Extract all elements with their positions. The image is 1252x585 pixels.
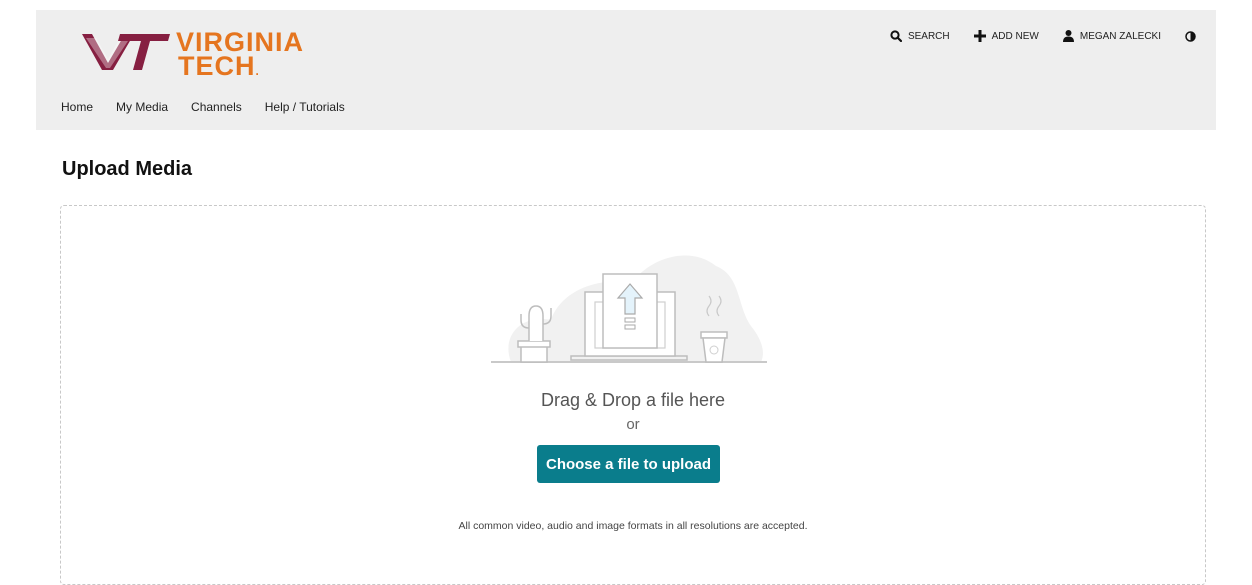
choose-file-button[interactable]: Choose a file to upload bbox=[537, 445, 720, 483]
nav-channels[interactable]: Channels bbox=[191, 100, 242, 114]
main-nav: Home My Media Channels Help / Tutorials bbox=[61, 100, 345, 114]
page-title: Upload Media bbox=[62, 158, 193, 180]
virginia-tech-logo[interactable]: VIRGINIA TECH. bbox=[80, 26, 310, 82]
logo-dot: . bbox=[255, 64, 260, 78]
search-button[interactable]: SEARCH bbox=[890, 30, 950, 42]
logo-wordmark: VIRGINIA TECH. bbox=[176, 29, 304, 83]
user-menu-button[interactable]: MEGAN ZALECKI bbox=[1062, 30, 1161, 42]
search-icon bbox=[890, 30, 902, 42]
header-actions: SEARCH ADD NEW MEGAN ZALECKI bbox=[890, 30, 1196, 42]
user-icon bbox=[1062, 30, 1074, 42]
contrast-toggle-button[interactable] bbox=[1185, 30, 1196, 42]
accepted-formats-note: All common video, audio and image format… bbox=[458, 520, 808, 532]
upload-illustration-icon bbox=[491, 255, 767, 363]
logo-line-2: TECH bbox=[178, 51, 256, 81]
search-label: SEARCH bbox=[907, 30, 950, 42]
nav-home[interactable]: Home bbox=[61, 100, 93, 114]
add-new-button[interactable]: ADD NEW bbox=[973, 30, 1039, 42]
user-name-label: MEGAN ZALECKI bbox=[1079, 30, 1161, 42]
vt-logo-mark-icon bbox=[82, 34, 170, 70]
plus-icon bbox=[973, 30, 986, 42]
drag-drop-text: Drag & Drop a file here bbox=[540, 390, 726, 410]
or-text: or bbox=[626, 416, 640, 433]
nav-help-tutorials[interactable]: Help / Tutorials bbox=[265, 100, 345, 114]
nav-my-media[interactable]: My Media bbox=[116, 100, 168, 114]
site-header: VIRGINIA TECH. Home My Media Channels He… bbox=[36, 10, 1216, 130]
contrast-icon bbox=[1185, 30, 1196, 42]
upload-dropzone[interactable]: Drag & Drop a file here or Choose a file… bbox=[60, 205, 1206, 585]
add-new-label: ADD NEW bbox=[991, 30, 1039, 42]
